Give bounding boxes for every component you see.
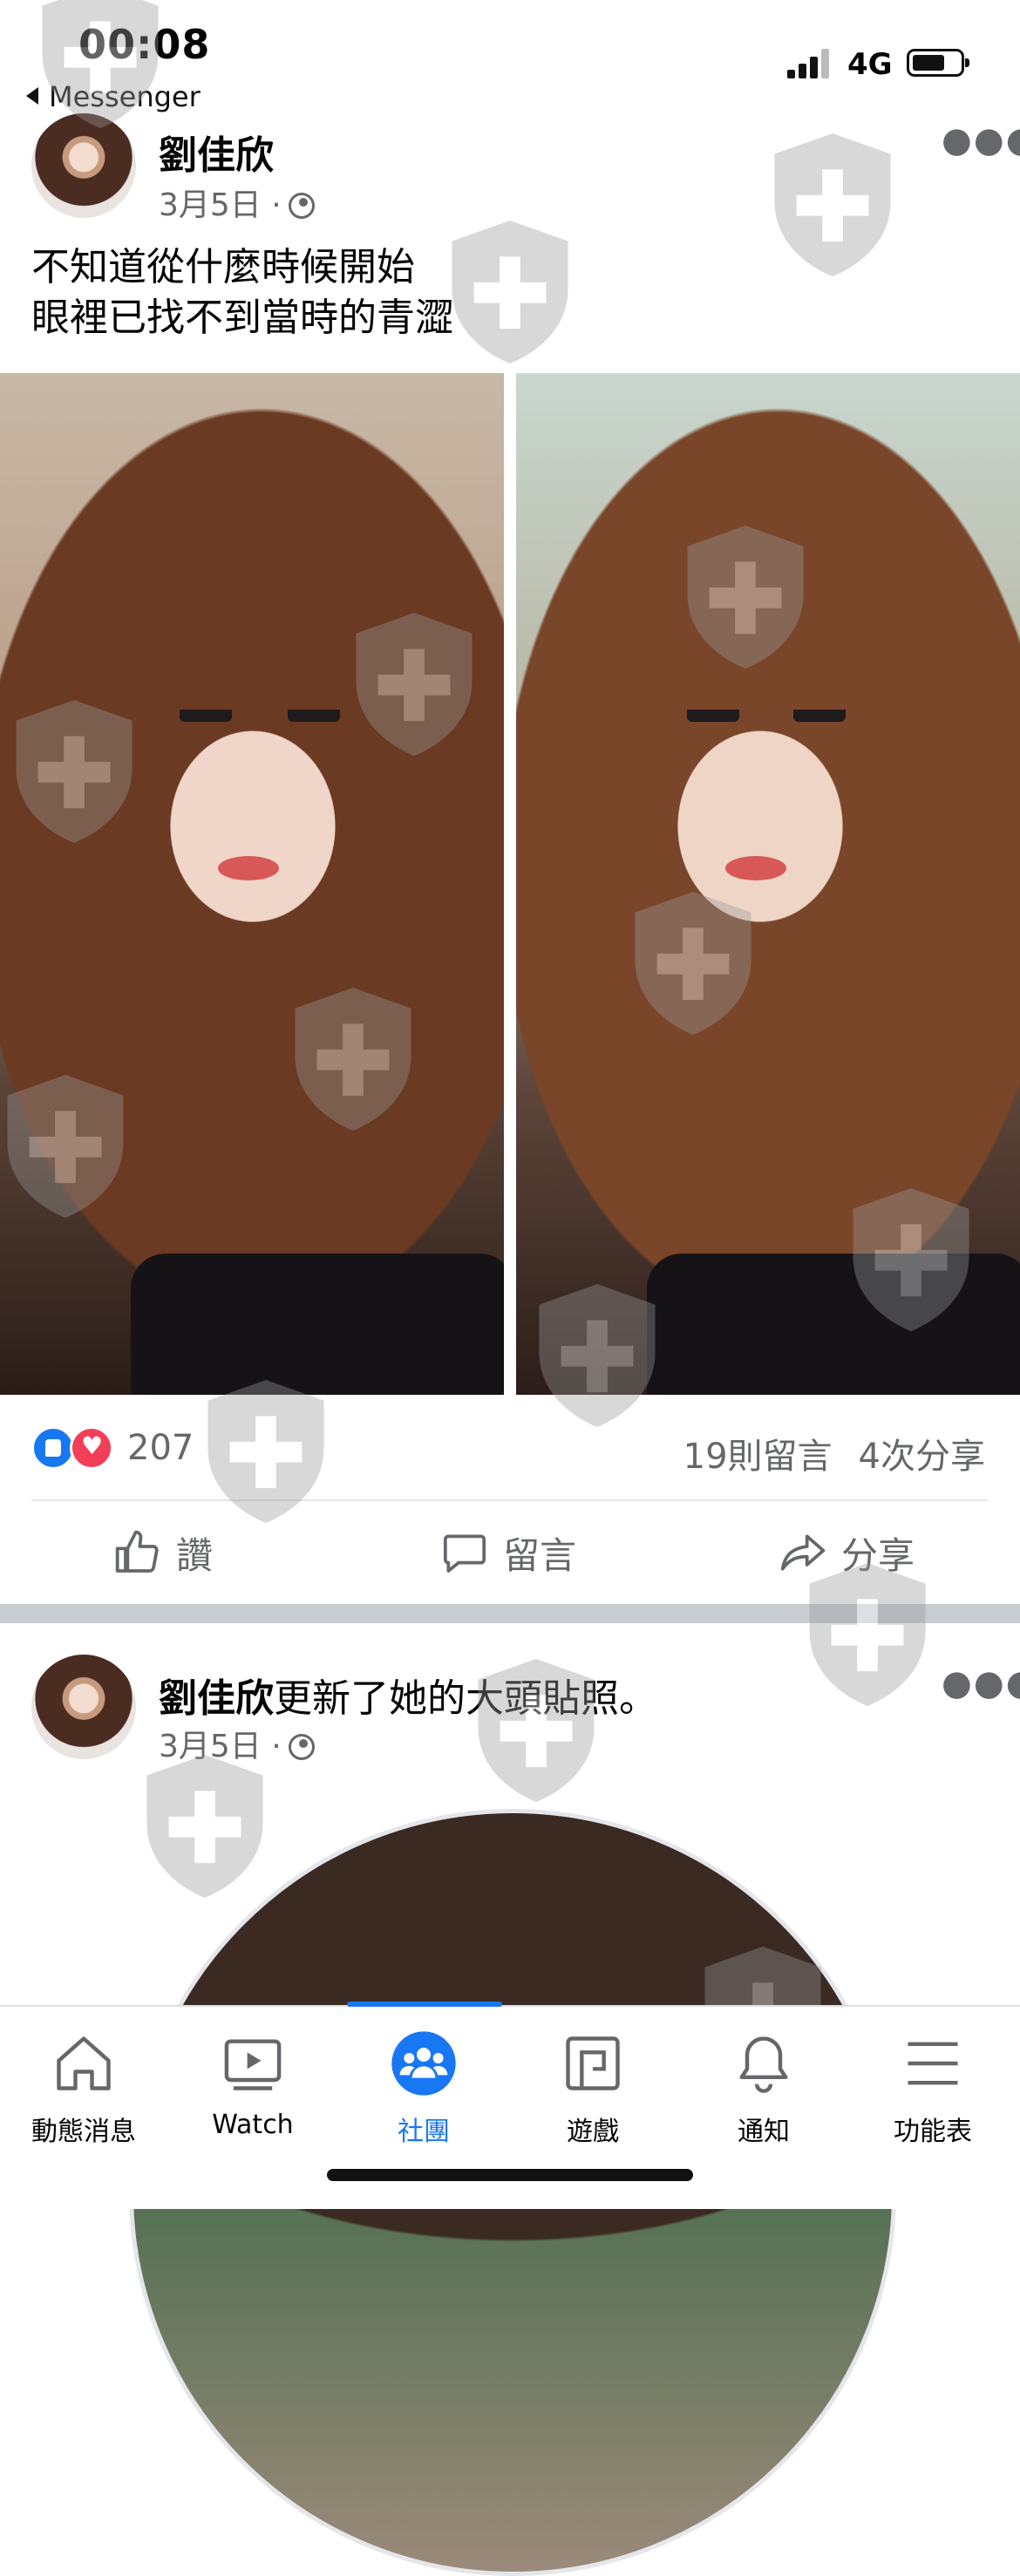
feed-separator: [0, 1604, 1020, 1623]
signal-strength-icon: [787, 49, 834, 78]
bell-icon: [739, 2036, 788, 2093]
globe-icon: [288, 193, 315, 219]
thumbs-up-icon: [115, 1530, 159, 1573]
share-count[interactable]: 4次分享: [859, 1437, 985, 1477]
watch-icon: [224, 2039, 282, 2090]
more-options-button[interactable]: ●●●: [942, 120, 1020, 160]
battery-icon: [907, 49, 969, 77]
nav-menu[interactable]: 功能表: [854, 2026, 1011, 2148]
comment-count[interactable]: 19則留言: [683, 1437, 833, 1477]
menu-icon: [908, 2042, 958, 2085]
clock: 00:08: [78, 21, 211, 68]
post-author[interactable]: 劉佳欣: [159, 1676, 274, 1721]
network-type: 4G: [847, 47, 893, 82]
watermark-shield-icon: [146, 1754, 263, 1899]
gaming-icon: [566, 2036, 620, 2090]
watermark-shield-icon: [452, 220, 568, 364]
active-tab-indicator: [347, 2002, 502, 2007]
comment-icon: [443, 1534, 486, 1573]
post-text-line: 眼裡已找不到當時的青澀: [31, 296, 453, 340]
comment-label: 留言: [503, 1533, 577, 1577]
like-button[interactable]: 讚: [113, 1522, 213, 1583]
post-action-text: 更新了她的大頭貼照。: [274, 1676, 657, 1721]
nav-label: 功能表: [894, 2117, 972, 2147]
nav-label: 社團: [398, 2117, 450, 2147]
nav-label: 動態消息: [31, 2117, 136, 2147]
post-date[interactable]: 3月5日: [159, 1729, 262, 1764]
share-arrow-icon: [780, 1534, 826, 1571]
groups-icon: [391, 2031, 456, 2096]
avatar[interactable]: [31, 113, 136, 218]
nav-notifications[interactable]: 通知: [685, 2026, 842, 2148]
post-text-line: 不知道從什麼時候開始: [31, 245, 415, 289]
more-options-button[interactable]: ●●●: [942, 1663, 1020, 1703]
post-meta: 3月5日 ·: [159, 180, 315, 225]
watermark-shield-icon: [774, 133, 891, 277]
back-to-messenger[interactable]: Messenger: [26, 80, 201, 113]
post-text: 不知道從什麼時候開始 眼裡已找不到當時的青澀: [31, 242, 453, 343]
engagement-counts: 19則留言 4次分享: [683, 1428, 985, 1478]
home-icon: [57, 2036, 111, 2090]
nav-label: 遊戲: [567, 2117, 619, 2147]
post-photo-right[interactable]: [516, 373, 1020, 1395]
nav-news-feed[interactable]: 動態消息: [5, 2026, 162, 2148]
post-author[interactable]: 劉佳欣: [159, 124, 274, 180]
comment-button[interactable]: 留言: [440, 1522, 576, 1583]
back-arrow-icon: [26, 87, 38, 105]
divider: [31, 1499, 989, 1501]
nav-watch[interactable]: Watch: [174, 2026, 331, 2140]
post-date[interactable]: 3月5日: [159, 187, 262, 223]
share-button[interactable]: 分享: [779, 1522, 915, 1583]
avatar[interactable]: [31, 1655, 136, 1759]
nav-label: Watch: [212, 2110, 294, 2140]
post-photo-left[interactable]: [0, 373, 504, 1395]
share-label: 分享: [841, 1533, 915, 1577]
nav-groups[interactable]: 社團: [345, 2026, 502, 2148]
like-reaction-icon: [31, 1426, 75, 1470]
post-meta: 3月5日 ·: [159, 1721, 315, 1766]
globe-icon: [288, 1734, 315, 1760]
like-label: 讚: [176, 1533, 214, 1577]
post-header-line: 劉佳欣更新了她的大頭貼照。: [159, 1667, 657, 1723]
back-app-label: Messenger: [49, 80, 201, 113]
home-indicator[interactable]: [327, 2169, 693, 2181]
reaction-count[interactable]: 207: [127, 1428, 194, 1468]
nav-label: 通知: [738, 2117, 790, 2147]
love-reaction-icon: [70, 1426, 113, 1470]
watermark-shield-icon: [207, 1379, 324, 1524]
nav-gaming[interactable]: 遊戲: [514, 2026, 671, 2148]
